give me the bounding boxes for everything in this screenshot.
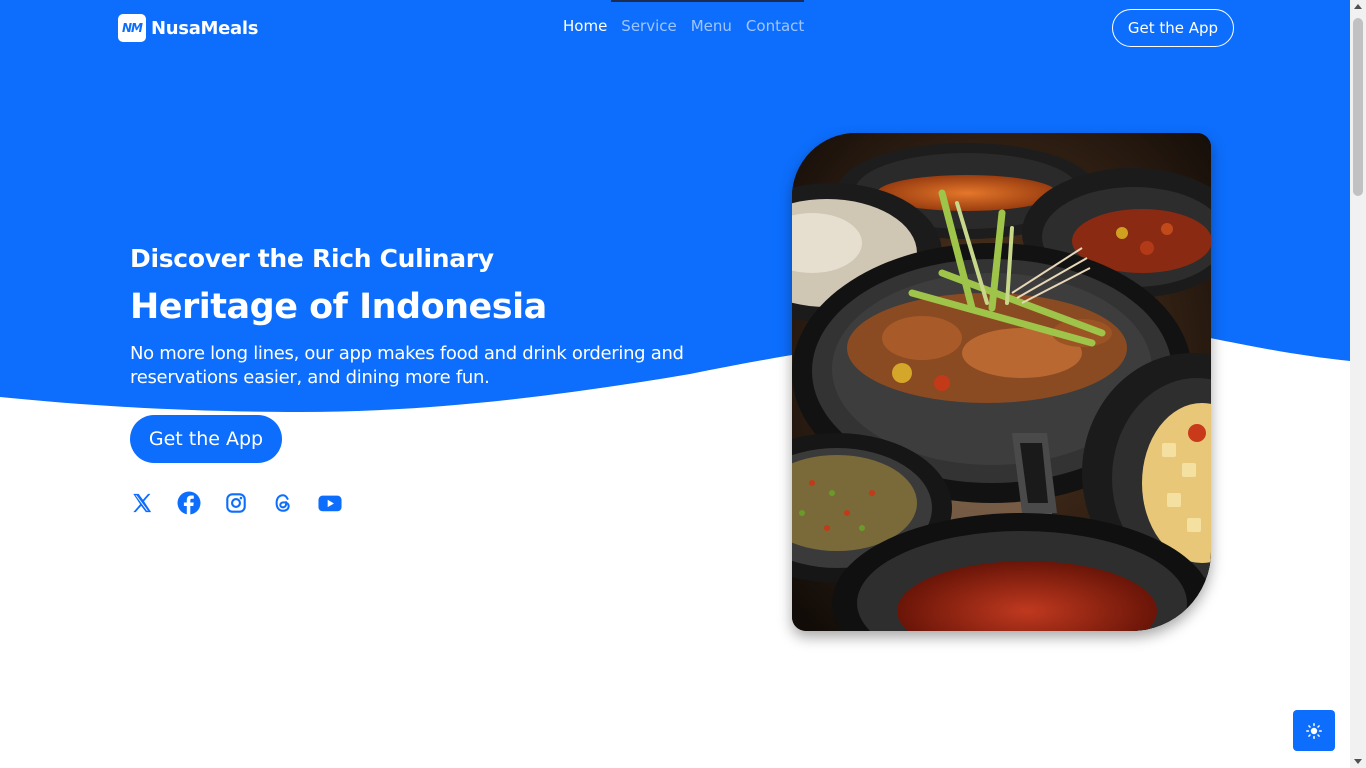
youtube-icon[interactable] bbox=[318, 491, 342, 515]
scroll-up-arrow-icon[interactable] bbox=[1354, 4, 1362, 9]
nav-link-contact[interactable]: Contact bbox=[746, 17, 804, 35]
x-twitter-icon[interactable] bbox=[130, 491, 154, 515]
facebook-icon[interactable] bbox=[177, 491, 201, 515]
nav-links: Home Service Menu Contact bbox=[563, 17, 804, 35]
nav-link-menu[interactable]: Menu bbox=[691, 17, 732, 35]
navbar: NM NusaMeals Home Service Menu Contact G… bbox=[0, 0, 1350, 56]
hero-title: Heritage of Indonesia bbox=[130, 287, 547, 327]
nav-get-app-button[interactable]: Get the App bbox=[1112, 9, 1234, 47]
scrollbar-thumb[interactable] bbox=[1353, 18, 1363, 196]
scroll-down-arrow-icon[interactable] bbox=[1354, 759, 1362, 764]
brand-logo-icon: NM bbox=[118, 14, 146, 42]
brand-logo-link[interactable]: NM NusaMeals bbox=[118, 14, 259, 42]
theme-toggle-button[interactable] bbox=[1293, 710, 1335, 751]
hero-get-app-button[interactable]: Get the App bbox=[130, 415, 282, 463]
sun-icon bbox=[1306, 722, 1322, 739]
page-scrollbar[interactable] bbox=[1350, 0, 1366, 768]
nav-link-service[interactable]: Service bbox=[621, 17, 676, 35]
nav-indicator bbox=[611, 0, 804, 2]
hero-description: No more long lines, our app makes food a… bbox=[130, 343, 684, 388]
social-links bbox=[130, 491, 365, 515]
threads-icon[interactable] bbox=[271, 491, 295, 515]
instagram-icon[interactable] bbox=[224, 491, 248, 515]
nav-link-home[interactable]: Home bbox=[563, 17, 607, 35]
hero-subtitle: Discover the Rich Culinary bbox=[130, 244, 494, 273]
brand-name: NusaMeals bbox=[151, 17, 259, 39]
hero-food-image bbox=[792, 133, 1211, 631]
